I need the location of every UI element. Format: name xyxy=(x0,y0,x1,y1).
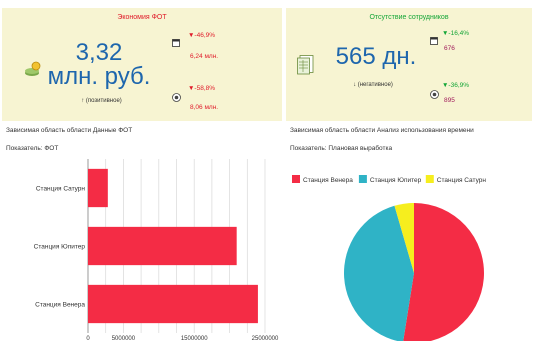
kpi-delta-1: ▼-46,9% xyxy=(188,32,216,39)
kpi-compare-value-1: 6,24 млн. xyxy=(190,53,219,60)
kpi-card-employee-absence[interactable]: Отсутствие сотрудников 565 дн. ↓ (негати… xyxy=(286,8,532,121)
kpi-delta-1: ▼-16,4% xyxy=(442,30,470,37)
category-label: Станция Сатурн xyxy=(36,185,86,192)
category-label: Станция Юпитер xyxy=(34,243,86,250)
tick-label: 0 xyxy=(86,336,90,341)
category-label: Станция Венера xyxy=(35,301,85,308)
right-panel-metric: Показатель: Плановая выработка xyxy=(290,145,393,152)
legend-swatch xyxy=(292,175,300,183)
tick-label: 15000000 xyxy=(181,336,208,341)
calendar-icon xyxy=(430,37,438,45)
spreadsheet-icon xyxy=(297,55,314,75)
left-panel-metric: Показатель: ФОТ xyxy=(6,145,59,152)
kpi-title: Отсутствие сотрудников xyxy=(369,14,449,21)
kpi-value-line2: млн. руб. xyxy=(47,63,151,90)
legend-label: Станция Сатурн xyxy=(437,177,487,184)
target-icon xyxy=(172,93,181,102)
kpi-value: 565 дн. xyxy=(335,43,417,70)
kpi-compare-value-2: 8,06 млн. xyxy=(190,104,219,111)
pie-slice xyxy=(403,203,484,341)
bar xyxy=(88,226,237,266)
payroll-bar-chart: Станция Сатурн Станция Юпитер Станция Вене… xyxy=(34,159,279,341)
right-panel-title: Зависимая область области Анализ использ… xyxy=(290,127,474,134)
tick-label: 25000000 xyxy=(252,336,279,341)
left-panel-title: Зависимая область области Данные ФОТ xyxy=(6,127,133,134)
kpi-delta-2: ▼-36,9% xyxy=(442,82,470,89)
money-icon xyxy=(25,61,41,76)
time-usage-pie-chart: Станция Венера Станция Юпитер Станция Сату… xyxy=(292,175,487,341)
legend-swatch xyxy=(425,175,434,183)
legend-label: Станция Юпитер xyxy=(370,177,422,184)
legend-swatch xyxy=(358,175,367,183)
tick-label: 5000000 xyxy=(112,336,136,341)
bar xyxy=(88,284,258,324)
kpi-trend-note: ↑ (позитивное) xyxy=(81,98,122,104)
legend-label: Станция Венера xyxy=(303,177,353,184)
kpi-compare-value-2: 895 xyxy=(444,97,455,104)
kpi-delta-2: ▼-58,8% xyxy=(188,85,216,92)
kpi-title: Экономия ФОТ xyxy=(117,14,167,21)
kpi-card-payroll-savings[interactable]: Экономия ФОТ 3,32 млн. руб. ↑ (позитивно… xyxy=(2,8,282,121)
calendar-icon xyxy=(172,39,180,47)
bar xyxy=(88,168,108,208)
kpi-compare-value-1: 676 xyxy=(444,45,455,52)
kpi-trend-note: ↓ (негативное) xyxy=(353,82,393,88)
target-icon xyxy=(430,90,439,99)
